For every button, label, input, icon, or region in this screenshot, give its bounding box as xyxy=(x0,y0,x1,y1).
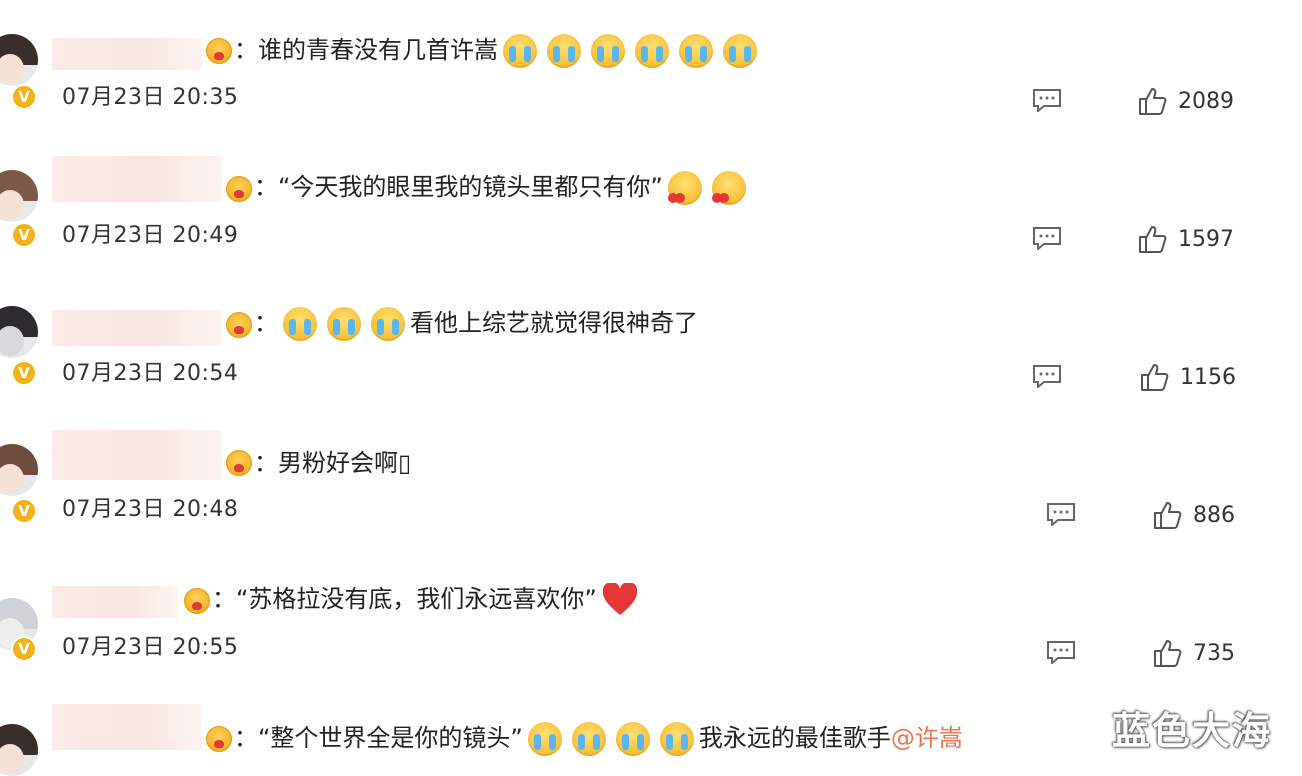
heart-face-icon xyxy=(184,588,210,614)
verified-v-icon: V xyxy=(11,360,37,386)
comment-body: ：“整个世界全是你的镜头” xyxy=(234,724,523,752)
heart-face-icon xyxy=(226,312,252,338)
crying-emoji xyxy=(591,34,625,68)
crying-emoji xyxy=(327,307,361,341)
love-emoji xyxy=(667,171,702,205)
heart-face-icon xyxy=(226,176,252,202)
comment-icon[interactable] xyxy=(1046,502,1076,526)
thumbs-up-icon[interactable] xyxy=(1152,500,1182,530)
comment-icon[interactable] xyxy=(1046,640,1076,664)
verified-v-icon: V xyxy=(11,636,37,662)
comment-body: ：“今天我的眼里我的镜头里都只有你” xyxy=(254,173,663,201)
verified-v-icon: V xyxy=(11,84,37,110)
comment-timestamp: 07月23日 20:49 xyxy=(62,223,239,248)
comment-item: V ：“今天我的眼里我的镜头里都只有你” 07月23日 20:49 1597 xyxy=(0,138,1302,276)
comment-item: V ： 看他上综艺就觉得很神奇了 07月23日 20:54 1156 xyxy=(0,276,1302,414)
verified-v-icon: V xyxy=(11,498,37,524)
username-blurred[interactable] xyxy=(52,586,178,618)
username-blurred[interactable] xyxy=(52,704,202,750)
thumbs-up-icon[interactable] xyxy=(1137,86,1167,116)
comment-body-suffix: 我永远的最佳歌手 xyxy=(698,724,891,752)
comment-item: V ：男粉好会啊▯ 07月23日 20:48 886 xyxy=(0,414,1302,552)
mention-link[interactable]: @许嵩 xyxy=(891,724,963,752)
comment-body: 看他上综艺就觉得很神奇了 xyxy=(410,309,698,337)
thumbs-up-icon[interactable] xyxy=(1152,638,1182,668)
comment-body: ：谁的青春没有几首许嵩 xyxy=(234,36,498,64)
heart-emoji xyxy=(602,581,638,617)
thumbs-up-icon[interactable] xyxy=(1139,362,1169,392)
crying-emoji xyxy=(615,722,650,756)
verified-v-icon: V xyxy=(11,222,37,248)
avatar[interactable] xyxy=(0,444,38,496)
username-blurred[interactable] xyxy=(52,38,202,70)
comment-item: ：“整个世界全是你的镜头” 我永远的最佳歌手@许嵩 xyxy=(0,690,1302,776)
crying-emoji xyxy=(527,722,562,756)
comment-timestamp: 07月23日 20:54 xyxy=(62,361,239,386)
username-blurred[interactable] xyxy=(52,310,222,346)
comment-timestamp: 07月23日 20:55 xyxy=(62,635,239,660)
crying-emoji xyxy=(503,34,537,68)
comment-icon[interactable] xyxy=(1032,364,1062,388)
crying-emoji xyxy=(723,34,757,68)
like-count: 2089 xyxy=(1178,89,1234,114)
comment-body: ：“苏格拉没有底，我们永远喜欢你” xyxy=(212,585,597,613)
comment-text: ：谁的青春没有几首许嵩 xyxy=(234,34,762,68)
like-count: 1597 xyxy=(1178,227,1234,252)
avatar[interactable] xyxy=(0,170,38,222)
thumbs-up-icon[interactable] xyxy=(1137,224,1167,254)
heart-face-icon xyxy=(226,450,252,476)
comment-timestamp: 07月23日 20:35 xyxy=(62,85,239,110)
crying-emoji xyxy=(547,34,581,68)
avatar[interactable] xyxy=(0,34,38,86)
comment-item: V ：谁的青春没有几首许嵩 07月23日 20:35 2089 xyxy=(0,0,1302,138)
comment-text: ：“整个世界全是你的镜头” 我永远的最佳歌手@许嵩 xyxy=(234,722,963,756)
love-emoji xyxy=(711,171,746,205)
comment-item: V ：“苏格拉没有底，我们永远喜欢你” 07月23日 20:55 735 xyxy=(0,552,1302,690)
heart-face-icon xyxy=(206,38,232,64)
watermark: 蓝色大海 xyxy=(1112,709,1273,753)
username-blurred[interactable] xyxy=(52,156,222,202)
comment-text: ：“今天我的眼里我的镜头里都只有你” xyxy=(254,171,751,205)
crying-emoji xyxy=(283,307,317,341)
comment-text: ：男粉好会啊▯ xyxy=(254,447,411,479)
avatar[interactable] xyxy=(0,724,38,776)
comment-icon[interactable] xyxy=(1032,226,1062,250)
comment-text: ： 看他上综艺就觉得很神奇了 xyxy=(254,307,698,341)
username-blurred[interactable] xyxy=(52,430,222,480)
like-count: 1156 xyxy=(1180,365,1236,390)
crying-emoji xyxy=(679,34,713,68)
crying-emoji xyxy=(371,307,405,341)
comment-text: ：“苏格拉没有底，我们永远喜欢你” xyxy=(212,581,643,617)
crying-emoji xyxy=(635,34,669,68)
like-count: 886 xyxy=(1193,503,1235,528)
avatar[interactable] xyxy=(0,306,38,358)
comment-icon[interactable] xyxy=(1032,88,1062,112)
crying-emoji xyxy=(571,722,606,756)
comment-body: ：男粉好会啊▯ xyxy=(254,449,412,477)
heart-face-icon xyxy=(206,726,232,752)
like-count: 735 xyxy=(1193,641,1235,666)
comment-body-prefix: ： xyxy=(254,309,278,337)
crying-emoji xyxy=(659,722,694,756)
comment-timestamp: 07月23日 20:48 xyxy=(62,497,239,522)
